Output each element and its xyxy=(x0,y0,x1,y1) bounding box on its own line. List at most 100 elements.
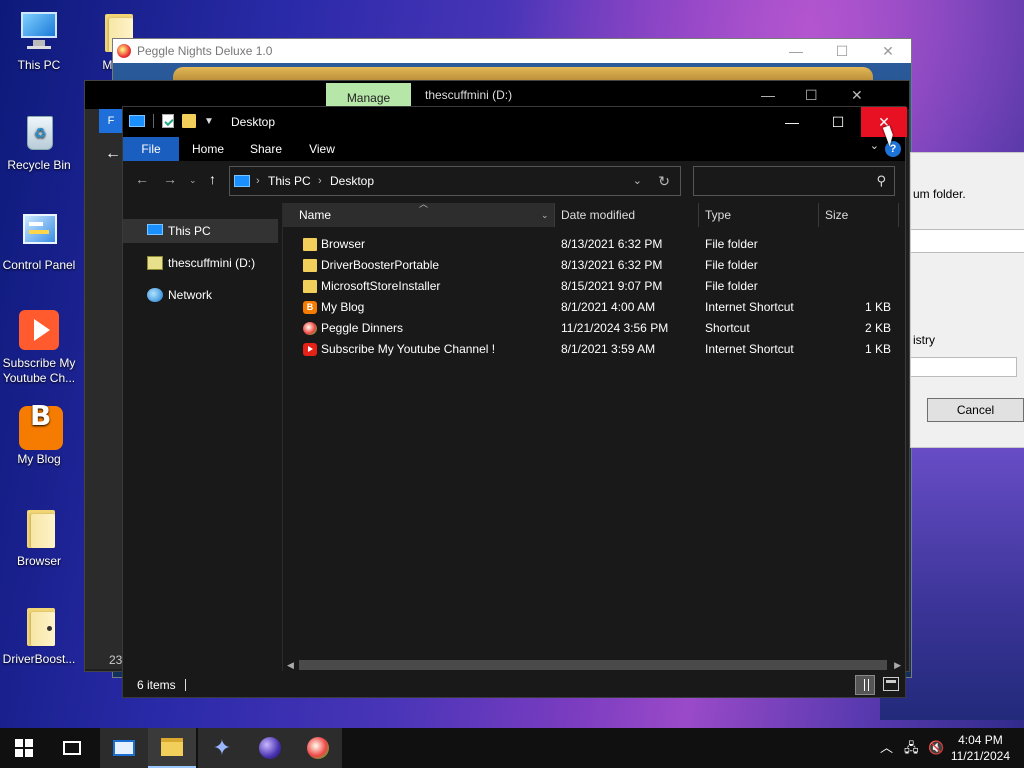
breadcrumb-separator: › xyxy=(256,175,260,187)
nav-item-this-pc[interactable]: This PC xyxy=(123,219,278,243)
desktop-icon-youtube[interactable]: Subscribe My Youtube Ch... xyxy=(0,306,78,386)
folder-icon xyxy=(303,280,317,293)
file-row-driverboosterportable[interactable]: DriverBoosterPortable 8/13/2021 6:32 PM … xyxy=(283,255,905,276)
search-icon: ⚲ xyxy=(876,173,886,188)
scrollbar-thumb[interactable] xyxy=(299,660,887,670)
start-button[interactable] xyxy=(0,728,48,768)
minimize-button[interactable]: — xyxy=(773,39,819,63)
chevron-down-icon[interactable]: ⌄ xyxy=(541,203,549,227)
taskbar-app-1[interactable] xyxy=(100,728,148,768)
desktop-icon-recycle-bin[interactable]: ♻ Recycle Bin xyxy=(0,108,78,173)
large-icons-view-icon[interactable] xyxy=(883,677,899,691)
desktop-icon-label: Control Panel xyxy=(2,258,76,272)
drive-icon xyxy=(147,256,163,270)
status-fragment: 23 xyxy=(109,653,123,667)
file-date: 8/1/2021 3:59 AM xyxy=(561,342,656,356)
breadcrumb-this-pc[interactable]: This PC xyxy=(268,167,311,195)
nav-item-drive[interactable]: thescuffmini (D:) xyxy=(123,251,278,275)
file-size: 2 KB xyxy=(864,321,891,335)
taskbar-app-4[interactable] xyxy=(246,728,294,768)
desktop-icon-my-blog[interactable]: B My Blog xyxy=(0,402,78,467)
file-explorer-icon xyxy=(161,738,183,756)
new-folder-icon[interactable] xyxy=(182,114,196,128)
desktop-icon-browser[interactable]: Browser xyxy=(0,504,78,569)
tab-file[interactable]: File xyxy=(123,137,179,161)
recent-locations-icon[interactable]: ⌄ xyxy=(189,175,197,186)
column-header-type[interactable]: Type xyxy=(699,203,819,227)
taskbar-file-explorer[interactable] xyxy=(148,728,196,768)
breadcrumb-separator: › xyxy=(318,175,322,187)
task-view-button[interactable] xyxy=(48,728,96,768)
chevron-down-icon[interactable]: ⌄ xyxy=(870,139,879,152)
file-row-subscribe-youtube[interactable]: Subscribe My Youtube Channel ! 8/1/2021 … xyxy=(283,339,905,360)
peggle-titlebar[interactable]: Peggle Nights Deluxe 1.0 — ☐ ✕ xyxy=(113,39,911,63)
back-arrow-icon[interactable]: ← xyxy=(105,145,121,163)
maximize-button[interactable]: ☐ xyxy=(819,39,865,63)
chevron-down-icon[interactable]: ▼ xyxy=(204,116,214,127)
clock[interactable]: 4:04 PM 11/21/2024 xyxy=(951,732,1010,764)
desktop-icon-this-pc[interactable]: This PC xyxy=(0,8,78,73)
dialog-field[interactable] xyxy=(911,229,1024,253)
desktop-icon-label: My Blog xyxy=(17,452,61,466)
maximize-button[interactable]: ☐ xyxy=(815,107,861,137)
window-title: thescuffmini (D:) xyxy=(425,88,513,102)
minimize-button[interactable]: — xyxy=(769,107,815,137)
sort-ascending-icon: ︿ xyxy=(419,199,429,209)
details-view-icon[interactable] xyxy=(855,675,875,695)
nav-item-label: Network xyxy=(168,288,213,302)
titlebar[interactable]: ▼ Desktop — ☐ ✕ xyxy=(123,107,907,137)
desktop-icon-label: Recycle Bin xyxy=(7,158,71,172)
forward-arrow-icon[interactable]: → xyxy=(163,171,177,187)
close-button[interactable]: ✕ xyxy=(851,81,863,109)
tab-share[interactable]: Share xyxy=(243,137,289,161)
file-type: Shortcut xyxy=(705,321,750,335)
maximize-button[interactable]: ☐ xyxy=(805,81,818,109)
background-dialog[interactable]: um folder. istry Cancel xyxy=(910,152,1024,448)
network-icon[interactable]: 🖧 xyxy=(904,728,919,768)
desktop-icon-control-panel[interactable]: Control Panel xyxy=(0,208,78,273)
back-arrow-icon[interactable]: ← xyxy=(135,171,149,187)
taskbar-app-3[interactable]: ✦ xyxy=(198,728,246,768)
breadcrumb-desktop[interactable]: Desktop xyxy=(330,167,374,195)
explorer-window-desktop[interactable]: ▼ Desktop — ☐ ✕ File Home Share View ⌄ ?… xyxy=(122,106,907,698)
nav-item-network[interactable]: Network xyxy=(123,283,278,307)
close-button[interactable]: ✕ xyxy=(865,39,911,63)
tab-file[interactable]: F xyxy=(99,109,123,133)
control-panel-icon xyxy=(15,208,63,256)
address-bar[interactable]: › This PC › Desktop ⌄ ↻ xyxy=(229,166,681,196)
taskbar-peggle[interactable] xyxy=(294,728,342,768)
column-header-size[interactable]: Size xyxy=(819,203,899,227)
file-name: My Blog xyxy=(321,300,365,314)
file-row-peggle-dinners[interactable]: Peggle Dinners 11/21/2024 3:56 PM Shortc… xyxy=(283,318,905,339)
cancel-button[interactable]: Cancel xyxy=(927,398,1024,422)
scroll-left-icon[interactable]: ◀ xyxy=(287,657,294,673)
volume-muted-icon[interactable]: 🔇 xyxy=(928,728,944,768)
up-arrow-icon[interactable]: ↑ xyxy=(209,171,216,187)
folder-icon xyxy=(15,602,63,650)
tab-home[interactable]: Home xyxy=(185,137,231,161)
horizontal-scrollbar[interactable]: ◀ ▶ xyxy=(283,657,905,673)
pc-icon xyxy=(234,175,250,187)
search-input[interactable]: ⚲ xyxy=(693,166,895,196)
file-row-browser[interactable]: Browser 8/13/2021 6:32 PM File folder xyxy=(283,234,905,255)
scroll-right-icon[interactable]: ▶ xyxy=(894,657,901,673)
quick-access-toolbar: ▼ xyxy=(129,114,214,128)
file-row-my-blog[interactable]: B My Blog 8/1/2021 4:00 AM Internet Shor… xyxy=(283,297,905,318)
file-row-microsoftstoreinstaller[interactable]: MicrosoftStoreInstaller 8/15/2021 9:07 P… xyxy=(283,276,905,297)
column-header-date[interactable]: Date modified xyxy=(555,203,699,227)
desktop-icon-driverbooster[interactable]: DriverBoost... xyxy=(0,602,78,667)
left-strip xyxy=(85,109,123,669)
peggle-title: Peggle Nights Deluxe 1.0 xyxy=(137,44,273,58)
file-name: MicrosoftStoreInstaller xyxy=(321,279,441,293)
refresh-icon[interactable]: ↻ xyxy=(658,167,670,195)
chevron-down-icon[interactable]: ⌄ xyxy=(633,167,642,195)
file-size: 1 KB xyxy=(864,342,891,356)
minimize-button[interactable]: — xyxy=(761,81,775,109)
star-icon: ✦ xyxy=(212,735,232,760)
youtube-icon xyxy=(303,343,317,356)
dialog-text: um folder. xyxy=(913,187,966,201)
properties-icon[interactable] xyxy=(162,114,174,128)
chevron-up-icon[interactable]: ︿ xyxy=(880,728,893,768)
tab-view[interactable]: View xyxy=(299,137,345,161)
dialog-field[interactable] xyxy=(911,357,1017,377)
